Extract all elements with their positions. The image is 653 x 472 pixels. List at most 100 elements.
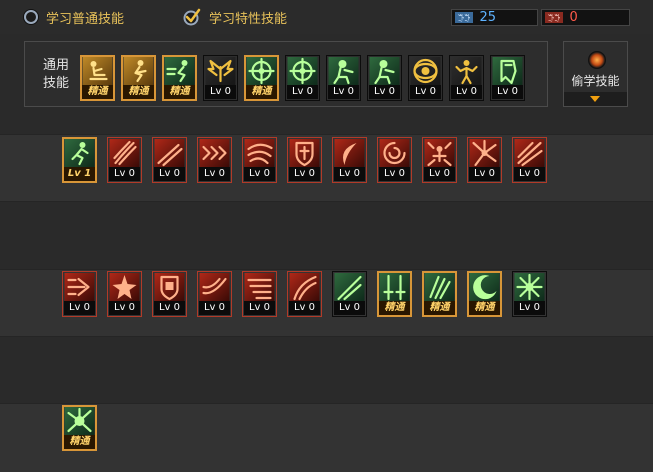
skill-level-label: Lv 0 [492,85,523,99]
skill-slot[interactable]: Lv 0 [467,137,502,183]
learn-special-skills-label: 学习特性技能 [209,11,288,27]
ex-badge-icon [470,293,479,308]
skill-level-label: 精通 [424,301,455,315]
skill-slot[interactable]: Lv 0 [332,271,367,317]
ex-badge-icon [65,293,74,308]
skill-slot[interactable]: Lv 0 [367,55,402,101]
skill-slot[interactable]: 精通 [377,271,412,317]
skill-slot[interactable]: Lv 0 [62,271,97,317]
skill-level-label: 精通 [82,85,113,99]
ex-badge-icon [425,293,434,308]
skill-level-label: Lv 0 [379,167,410,181]
skill-slot[interactable]: 精通 [467,271,502,317]
crouching-figure-icon [123,57,154,85]
skill-slot[interactable]: Lv 0 [107,271,142,317]
skill-level-label: 精通 [123,85,154,99]
skill-slot[interactable]: Lv 1 [62,137,97,183]
skill-slot[interactable]: Lv 0 [285,55,320,101]
skill-level-label: Lv 0 [424,167,455,181]
learn-special-skills-option[interactable]: 学习特性技能 [183,6,287,28]
skill-slot[interactable]: Lv 0 [408,55,443,101]
ex-badge-icon [290,293,299,308]
skill-level-label: 精通 [64,435,95,449]
skill-slot[interactable]: Lv 0 [287,271,322,317]
skill-slot[interactable]: 精通 [80,55,115,101]
crosshair-target-icon [246,57,277,85]
skill-level-label: Lv 0 [154,167,185,181]
skill-slot[interactable]: Lv 0 [512,137,547,183]
blue-points-tag: ꔓꔓ [455,12,474,23]
kneeling-soldier-icon [369,57,400,85]
ex-badge-icon [380,159,389,174]
ex-badge-icon [110,159,119,174]
skill-slot[interactable]: 精通 [121,55,156,101]
skill-level-label: Lv 0 [109,301,140,315]
skill-slot[interactable]: Lv 0 [490,55,525,101]
dropdown-arrow-icon [590,96,600,102]
skill-slot[interactable]: 精通 [62,405,97,451]
ex-badge-icon [155,293,164,308]
learn-normal-skills-option[interactable]: 学习普通技能 [24,6,124,28]
ex-badge-icon [335,293,344,308]
ex-badge-icon [380,293,389,308]
radio-unchecked-icon[interactable] [24,10,38,24]
skill-slot[interactable]: 精通 [422,271,457,317]
flexing-strongman-icon [451,57,482,85]
skill-level-label: Lv 0 [244,301,275,315]
steal-skill-label: 偷学技能 [571,74,620,88]
skill-level-label: Lv 0 [154,301,185,315]
skill-level-label: Lv 0 [199,301,230,315]
skill-slot[interactable]: Lv 0 [449,55,484,101]
skill-level-label: Lv 0 [469,167,500,181]
steal-skill-dropdown[interactable] [564,92,627,106]
skill-level-label: Lv 0 [289,167,320,181]
skill-level-label: Lv 0 [451,85,482,99]
red-points-counter: ꔓꔓ 0 [541,9,630,26]
skill-slot[interactable]: Lv 0 [107,137,142,183]
skill-level-label: 精通 [469,301,500,315]
skill-slot[interactable]: Lv 0 [377,137,412,183]
skill-slot[interactable]: 精通 [162,55,197,101]
ex-badge-icon [65,427,74,442]
skill-slot[interactable]: Lv 0 [197,137,232,183]
skill-slot[interactable]: Lv 0 [512,271,547,317]
skill-slot[interactable]: Lv 0 [326,55,361,101]
ex-badge-icon [155,159,164,174]
skill-slot[interactable]: 精通 [244,55,279,101]
skill-slot[interactable]: Lv 0 [197,271,232,317]
skill-slot[interactable]: Lv 0 [152,271,187,317]
golden-wings-icon [205,57,236,85]
ex-badge-icon [110,293,119,308]
steal-skill-face[interactable]: 偷学技能 [564,42,627,92]
skill-slot[interactable]: Lv 0 [152,137,187,183]
skill-level-label: Lv 0 [514,301,545,315]
ex-badge-icon [470,159,479,174]
skill-slot[interactable]: Lv 0 [422,137,457,183]
ex-badge-icon [245,159,254,174]
skill-row-band-1 [0,135,653,201]
green-armor-icon [492,57,523,85]
skill-level-label: Lv 1 [64,167,95,181]
red-points-tag: ꔓꔓ [545,12,564,23]
skill-level-label: Lv 0 [109,167,140,181]
skill-level-label: Lv 0 [369,85,400,99]
ex-badge-icon [515,293,524,308]
skill-slot[interactable]: Lv 0 [203,55,238,101]
steal-skill-button[interactable]: 偷学技能 [563,41,628,107]
skill-slot[interactable]: Lv 0 [287,137,322,183]
skill-slot[interactable]: Lv 0 [242,137,277,183]
skill-row-band-5 [0,404,653,472]
skill-slot[interactable]: Lv 0 [332,137,367,183]
ex-badge-icon [200,159,209,174]
skill-slot[interactable]: Lv 0 [242,271,277,317]
skill-level-label: Lv 0 [334,301,365,315]
fire-orb-icon [588,51,606,69]
skill-level-label: 精通 [164,85,195,99]
ex-badge-icon [335,159,344,174]
radio-checked-icon[interactable] [183,8,201,26]
skill-row-band-3 [0,270,653,336]
ex-badge-icon [245,293,254,308]
ex-badge-icon [200,293,209,308]
skill-level-label: Lv 0 [410,85,441,99]
ex-badge-icon [515,159,524,174]
